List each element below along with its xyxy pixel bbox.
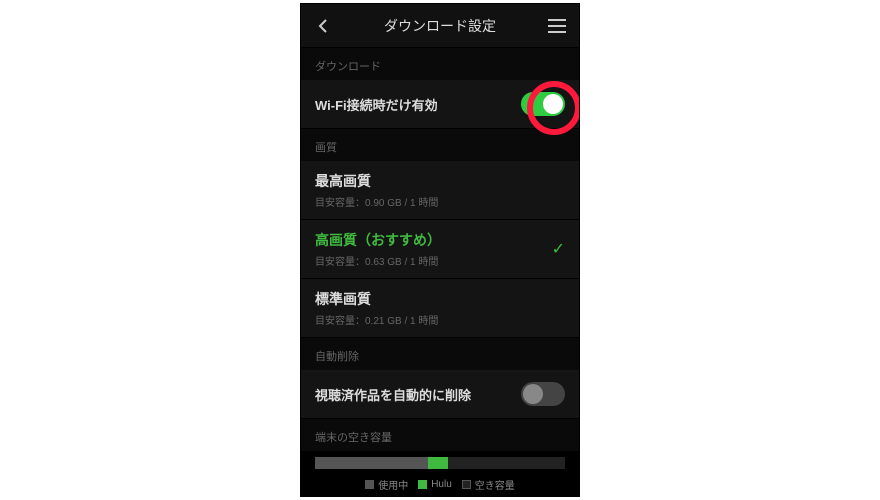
wifi-only-label: Wi-Fi接続時だけ有効 [315, 95, 438, 114]
quality-sub: 目安容量：0.63 GB / 1 時間 [315, 253, 552, 268]
autodelete-toggle[interactable] [521, 382, 565, 406]
quality-sub: 目安容量：0.90 GB / 1 時間 [315, 194, 565, 209]
checkmark-icon: ✓ [552, 239, 565, 259]
quality-title: 最高画質 [315, 171, 565, 191]
header-bar: ダウンロード設定 [301, 4, 579, 48]
autodelete-label: 視聴済作品を自動的に削除 [315, 385, 471, 404]
wifi-only-row[interactable]: Wi-Fi接続時だけ有効 [301, 80, 579, 129]
storage-seg-free [448, 457, 566, 469]
storage-bar [315, 457, 565, 469]
hamburger-icon[interactable] [547, 19, 567, 33]
section-label-quality: 画質 [301, 129, 579, 161]
autodelete-row[interactable]: 視聴済作品を自動的に削除 [301, 370, 579, 419]
storage-seg-used [315, 457, 428, 469]
page-title: ダウンロード設定 [333, 16, 547, 36]
quality-title: 高画質（おすすめ） [315, 230, 552, 250]
quality-sub: 目安容量：0.21 GB / 1 時間 [315, 312, 565, 327]
legend-hulu: Hulu [431, 479, 452, 490]
storage-legend: 使用中 Hulu 空き容量 [301, 477, 579, 497]
quality-option-highest[interactable]: 最高画質 目安容量：0.90 GB / 1 時間 [301, 161, 579, 220]
legend-free: 空き容量 [475, 477, 515, 492]
section-label-autodelete: 自動削除 [301, 338, 579, 370]
quality-title: 標準画質 [315, 289, 565, 309]
legend-used: 使用中 [378, 477, 408, 492]
wifi-only-toggle[interactable] [521, 92, 565, 116]
quality-option-high[interactable]: 高画質（おすすめ） 目安容量：0.63 GB / 1 時間 ✓ [301, 220, 579, 279]
section-label-download: ダウンロード [301, 48, 579, 80]
section-label-storage: 端末の空き容量 [301, 419, 579, 451]
settings-screen: ダウンロード設定 ダウンロード Wi-Fi接続時だけ有効 画質 最高画質 目安容… [300, 3, 580, 497]
back-icon[interactable] [313, 18, 333, 34]
storage-seg-hulu [428, 457, 448, 469]
quality-option-standard[interactable]: 標準画質 目安容量：0.21 GB / 1 時間 [301, 279, 579, 338]
